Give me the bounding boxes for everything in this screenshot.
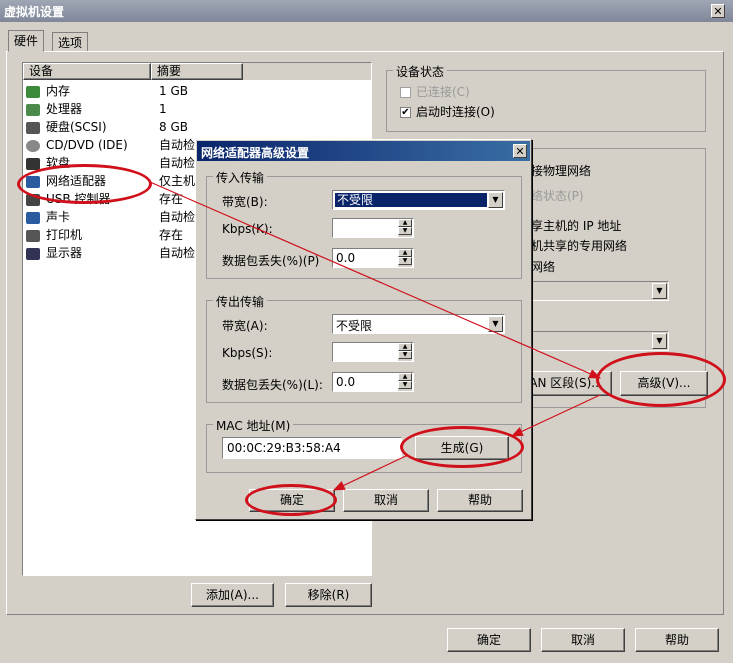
annotation-arrows <box>149 181 602 491</box>
annotation-arrow-2 <box>510 394 601 437</box>
annotation-arrow-3 <box>332 454 409 491</box>
tab-hardware[interactable]: 硬件 <box>8 30 45 52</box>
annotation-arrow-1 <box>149 181 602 379</box>
tab-hardware-label: 硬件 <box>14 34 39 48</box>
